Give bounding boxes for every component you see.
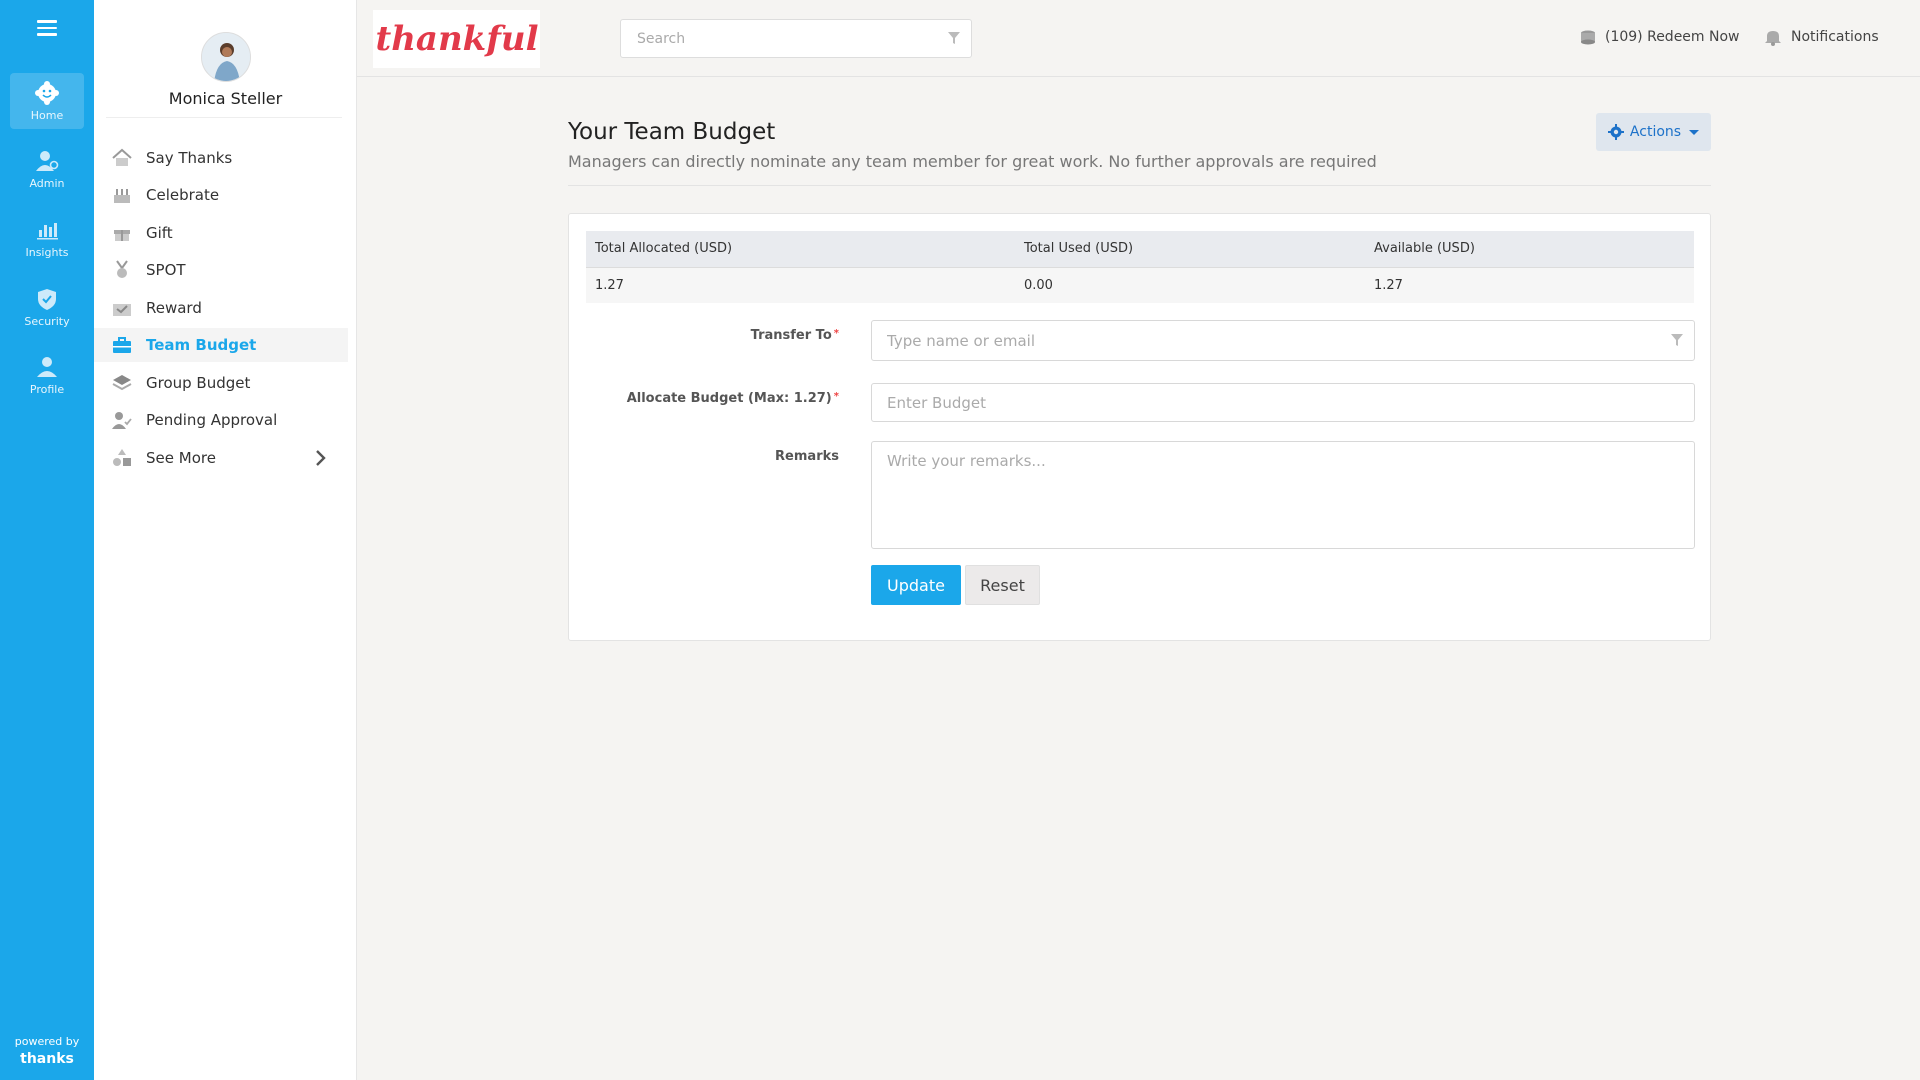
actions-dropdown-button[interactable]: Actions [1596,113,1711,151]
medal-icon [110,258,134,282]
remarks-textarea[interactable] [872,442,1694,548]
total-allocated-value: 1.27 [586,267,1015,303]
icon-rail: Home Admin Insights Security Profile pow… [0,0,94,1080]
column-header: Total Allocated (USD) [586,231,1015,268]
reset-button[interactable]: Reset [965,565,1040,605]
update-button[interactable]: Update [871,565,961,605]
rail-item-security[interactable]: Security [10,279,84,335]
svg-text:thankful: thankful [376,19,539,59]
insights-icon [37,223,58,240]
budget-table: Total Allocated (USD) Total Used (USD) A… [586,231,1694,303]
allocate-budget-label: Allocate Budget (Max: 1.27) * [569,391,839,411]
page-title: Your Team Budget [568,119,776,145]
search-input[interactable] [621,20,971,57]
hamburger-menu-icon[interactable] [37,20,57,36]
actions-label: Actions [1629,124,1682,140]
search-box[interactable] [620,19,972,58]
sidebar-item-label: SPOT [146,261,186,279]
sidebar-item-team-budget[interactable]: Team Budget [94,328,348,362]
sidebar-item-say-thanks[interactable]: Say Thanks [94,141,348,175]
sidebar-item-gift[interactable]: Gift [94,216,348,250]
rail-item-admin[interactable]: Admin [10,141,84,197]
notifications-link[interactable]: Notifications [1763,28,1879,46]
divider [568,185,1711,186]
sidebar-item-label: Pending Approval [146,411,278,429]
sidebar-item-label: Say Thanks [146,149,233,167]
sidebar-item-label: Group Budget [146,374,251,392]
allocate-budget-field[interactable] [871,383,1695,422]
house-icon [110,146,134,170]
filter-icon[interactable] [1670,333,1684,347]
sidebar-item-label: Reward [146,299,202,317]
reward-icon [110,296,134,320]
avatar[interactable] [201,32,251,82]
required-mark: * [833,391,839,402]
rail-label-admin: Admin [29,177,65,190]
column-header: Available (USD) [1365,231,1694,268]
user-check-icon [110,408,134,432]
rail-label-profile: Profile [29,383,65,396]
remarks-text: Remarks [775,449,839,464]
avatar-image [202,33,250,81]
sidebar-item-spot[interactable]: SPOT [94,253,348,287]
remarks-label: Remarks [569,449,839,469]
rail-label-insights: Insights [25,246,69,259]
user-name: Monica Steller [168,89,283,108]
redeem-now-link[interactable]: (109) Redeem Now [1579,28,1740,46]
allocate-budget-input[interactable] [872,384,1694,421]
thankful-logo: thankful [376,19,539,59]
home-icon [35,81,59,105]
rail-item-home[interactable]: Home [10,73,84,129]
sidebar-item-reward[interactable]: Reward [94,291,348,325]
transfer-to-input[interactable] [872,321,1694,360]
sidebar-item-label: See More [146,449,216,467]
powered-by-text: powered by [14,1035,80,1048]
page-subtitle: Managers can directly nominate any team … [568,152,1377,171]
admin-icon [36,151,59,171]
column-header: Total Used (USD) [1015,231,1365,268]
company-logo[interactable]: thankful [373,10,540,68]
sidebar-item-label: Team Budget [146,336,257,354]
table-row: 1.27 0.00 1.27 [586,267,1694,303]
shield-icon [38,289,56,310]
rail-item-insights[interactable]: Insights [10,210,84,266]
sidebar-item-pending-approval[interactable]: Pending Approval [94,403,348,437]
filter-icon[interactable] [947,31,961,45]
transfer-to-field[interactable] [871,320,1695,361]
sidebar-item-label: Celebrate [146,186,220,204]
table-header-row: Total Allocated (USD) Total Used (USD) A… [586,231,1694,268]
divider [106,117,342,118]
gear-icon [1607,124,1624,140]
rail-item-profile[interactable]: Profile [10,347,84,403]
rail-label-security: Security [24,315,70,328]
transfer-to-label: Transfer To * [569,328,839,348]
cake-icon [110,183,134,207]
brand-logo: thanks [20,1051,74,1067]
team-budget-card: Total Allocated (USD) Total Used (USD) A… [568,213,1711,641]
chevron-right-icon[interactable] [314,449,326,467]
notifications-label: Notifications [1791,29,1879,45]
sidebar-item-label: Gift [146,224,173,242]
sidebar-item-celebrate[interactable]: Celebrate [94,178,348,212]
sidebar: Monica Steller Say Thanks Celebrate Gift… [94,0,357,1080]
briefcase-icon [110,333,134,357]
top-header: thankful (109) Redeem Now Notifications [357,0,1920,77]
gift-icon [110,221,134,245]
allocate-budget-text: Allocate Budget (Max: 1.27) [626,391,832,406]
sidebar-item-see-more[interactable]: See More [94,441,348,475]
transfer-to-text: Transfer To [750,328,832,343]
shapes-icon [110,446,134,470]
required-mark: * [833,328,839,339]
redeem-label: (109) Redeem Now [1605,29,1740,45]
bell-icon [1765,31,1781,46]
remarks-field[interactable] [871,441,1695,549]
coins-icon [1581,30,1595,45]
sidebar-item-group-budget[interactable]: Group Budget [94,366,348,400]
total-used-value: 0.00 [1015,267,1365,303]
profile-icon [37,357,57,377]
rail-label-home: Home [30,109,64,122]
caret-down-icon [1689,129,1700,135]
available-value: 1.27 [1365,267,1694,303]
layers-icon [110,371,134,395]
